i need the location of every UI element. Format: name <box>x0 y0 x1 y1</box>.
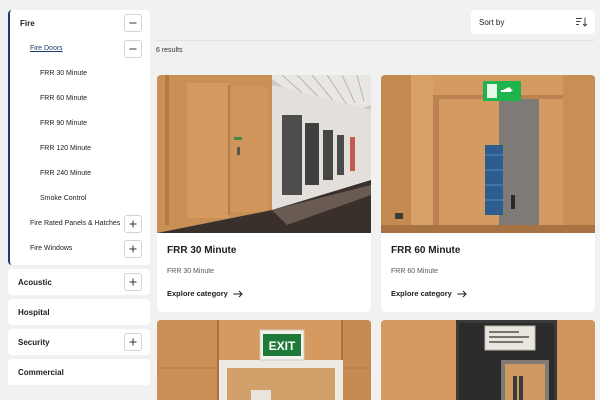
explore-category-label: Explore category <box>391 289 452 298</box>
expand-acoustic-button[interactable] <box>124 273 142 291</box>
expand-security-button[interactable] <box>124 333 142 351</box>
plus-icon <box>129 220 137 227</box>
category-frr-30-label: FRR 30 Minute <box>40 70 88 77</box>
product-title: FRR 60 Minute <box>391 245 461 256</box>
category-security-label: Security <box>18 337 50 347</box>
category-fire-label: Fire <box>20 18 35 28</box>
plus-icon <box>129 245 137 252</box>
minus-icon <box>129 48 137 49</box>
category-security[interactable]: Security <box>8 329 150 355</box>
exit-sign-text: EXIT <box>269 339 296 353</box>
product-title: FRR 30 Minute <box>167 245 237 256</box>
product-subtitle: FRR 60 Minute <box>391 268 439 275</box>
plus-icon <box>129 278 137 286</box>
sort-icon <box>576 17 587 27</box>
category-smoke-control-label: Smoke Control <box>40 195 87 202</box>
explore-category-link[interactable]: Explore category <box>167 289 361 298</box>
category-frr-90-label: FRR 90 Minute <box>40 120 88 127</box>
category-frr-60[interactable]: FRR 60 Minute <box>10 86 150 111</box>
product-image-frr-30 <box>157 75 371 233</box>
category-fire-windows-label: Fire Windows <box>30 245 73 252</box>
category-frr-30[interactable]: FRR 30 Minute <box>10 61 150 86</box>
product-image-4 <box>381 320 595 400</box>
minus-icon <box>129 22 137 24</box>
category-fire-panels-label: Fire Rated Panels & Hatches <box>30 220 121 227</box>
category-hospital[interactable]: Hospital <box>8 299 150 325</box>
category-commercial[interactable]: Commercial <box>8 359 150 385</box>
product-card-4[interactable] <box>381 320 595 400</box>
collapse-fire-doors-button[interactable] <box>124 39 142 58</box>
category-hospital-label: Hospital <box>18 307 50 317</box>
product-image-frr-60 <box>381 75 595 233</box>
category-fire-windows[interactable]: Fire Windows <box>10 236 150 261</box>
category-fire-panels[interactable]: Fire Rated Panels & Hatches <box>10 211 150 236</box>
category-fire-doors[interactable]: Fire Doors <box>10 36 150 61</box>
arrow-right-icon <box>457 290 467 297</box>
category-frr-120[interactable]: FRR 120 Minute <box>10 136 150 161</box>
product-card-frr-60[interactable]: FRR 60 Minute FRR 60 Minute Explore cate… <box>381 75 595 312</box>
category-fire-doors-label: Fire Doors <box>30 45 63 52</box>
category-acoustic-label: Acoustic <box>18 277 52 287</box>
plus-icon <box>129 338 137 346</box>
category-acoustic[interactable]: Acoustic <box>8 269 150 295</box>
explore-category-label: Explore category <box>167 289 228 298</box>
results-count: 6 results <box>156 47 183 54</box>
category-frr-240-label: FRR 240 Minute <box>40 170 91 177</box>
explore-category-link[interactable]: Explore category <box>391 289 585 298</box>
category-commercial-label: Commercial <box>18 367 64 377</box>
category-frr-90[interactable]: FRR 90 Minute <box>10 111 150 136</box>
sort-label: Sort by <box>479 17 505 27</box>
product-card-3[interactable]: EXIT <box>157 320 371 400</box>
collapse-fire-button[interactable] <box>124 14 142 32</box>
category-frr-120-label: FRR 120 Minute <box>40 145 91 152</box>
category-smoke-control[interactable]: Smoke Control <box>10 186 150 211</box>
category-frr-240[interactable]: FRR 240 Minute <box>10 161 150 186</box>
sort-dropdown[interactable]: Sort by <box>471 10 595 34</box>
expand-fire-windows-button[interactable] <box>124 239 142 258</box>
category-fire: Fire Fire Doors FRR 30 Minute FRR 60 Min… <box>8 10 150 265</box>
product-subtitle: FRR 30 Minute <box>167 268 215 275</box>
expand-fire-panels-button[interactable] <box>124 214 142 233</box>
product-image-3: EXIT <box>157 320 371 400</box>
header-divider <box>156 40 594 41</box>
product-card-frr-30[interactable]: FRR 30 Minute FRR 30 Minute Explore cate… <box>157 75 371 312</box>
category-sidebar: Fire Fire Doors FRR 30 Minute FRR 60 Min… <box>8 10 150 389</box>
arrow-right-icon <box>233 290 243 297</box>
category-frr-60-label: FRR 60 Minute <box>40 95 88 102</box>
category-fire-header[interactable]: Fire <box>10 10 150 36</box>
